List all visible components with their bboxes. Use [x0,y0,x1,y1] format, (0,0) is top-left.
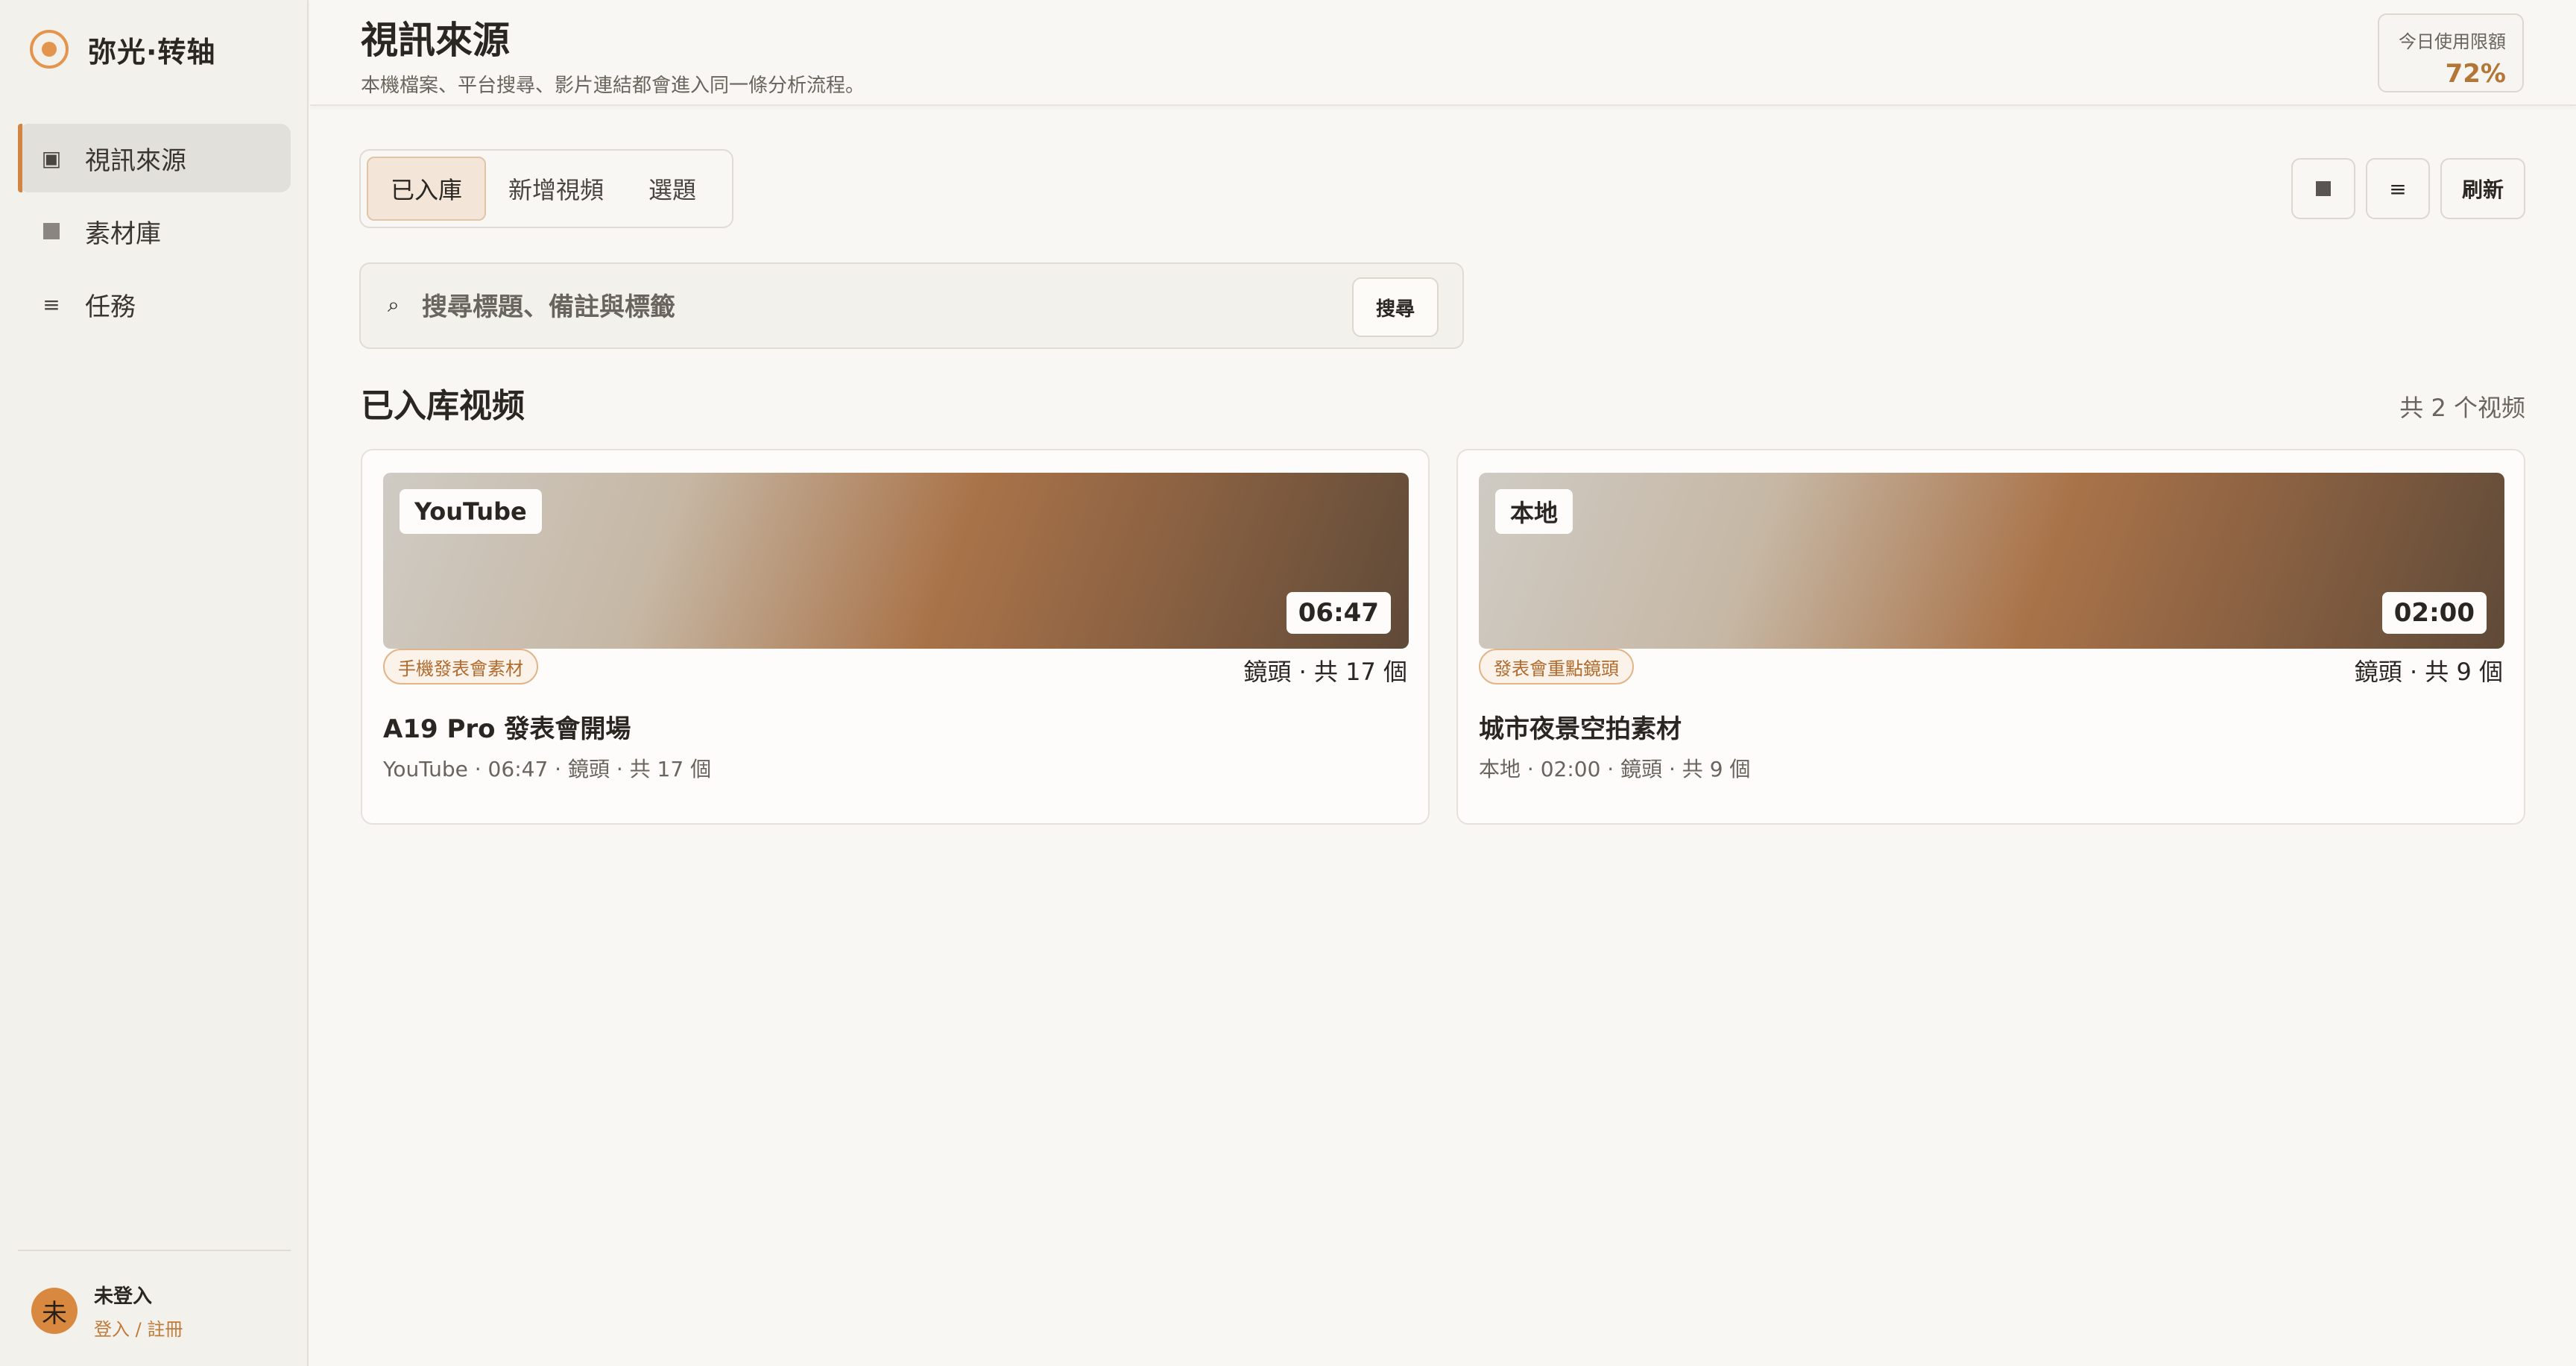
quota-value: 72% [2445,59,2506,89]
page-subtitle: 本機檔案、平台搜尋、影片連結都會進入同一條分析流程。 [361,75,865,97]
sidebar-nav: ▣ 視訊來源 素材庫 ≡ 任務 [18,124,291,343]
avatar[interactable]: 未 [31,1288,78,1334]
daily-quota-badge: 今日使用限額 72% [2378,13,2524,92]
library-icon [43,223,60,239]
grid-view-icon [2316,181,2331,196]
brand-logo-icon [30,30,69,69]
video-thumbnail[interactable]: 本地 02:00 [1479,473,2504,649]
refresh-button[interactable]: 刷新 [2440,158,2525,219]
app-window: 弥光·转轴 ▣ 視訊來源 素材庫 ≡ 任務 未 未登入 登入 / 註冊 視訊來源… [0,0,2576,1366]
video-thumbnail[interactable]: YouTube 06:47 [383,473,1409,649]
brand[interactable]: 弥光·转轴 [30,27,215,72]
sidebar-item-label: 素材庫 [85,218,161,249]
search-input[interactable] [422,286,1242,328]
video-title[interactable]: A19 Pro 發表會開場 [383,708,631,745]
shot-count: 鏡頭 · 共 17 個 [1243,658,1407,686]
login-register-link[interactable]: 登入 / 註冊 [94,1315,183,1341]
page-title: 視訊來源 [361,19,510,62]
sidebar-item-library[interactable]: 素材庫 [18,197,291,265]
tag-chip[interactable]: 手機發表會素材 [383,649,538,684]
video-card[interactable]: 本地 02:00 發表會重點鏡頭 鏡頭 · 共 9 個 城市夜景空拍素材 本地 … [1456,449,2525,825]
video-count: 共 2 个视频 [2399,394,2525,422]
tab-add-video[interactable]: 新增視頻 [486,157,626,221]
tab-imported[interactable]: 已入庫 [367,157,486,221]
video-meta: YouTube · 06:47 · 鏡頭 · 共 17 個 [383,757,712,781]
sidebar-item-tasks[interactable]: ≡ 任務 [18,270,291,339]
tag-chip[interactable]: 發表會重點鏡頭 [1479,649,1634,684]
grid-view-button[interactable] [2291,158,2355,219]
video-source-icon: ▣ [41,145,62,171]
source-tabs: 已入庫 新增視頻 選題 [359,149,733,228]
video-meta: 本地 · 02:00 · 鏡頭 · 共 9 個 [1479,757,1751,781]
tab-topics[interactable]: 選題 [626,157,719,221]
duration-badge: 06:47 [1286,592,1391,634]
list-view-icon: ≡ [2389,176,2407,201]
section-title: 已入库视频 [361,387,525,425]
search-button[interactable]: 搜尋 [1352,277,1439,337]
search-bar: ⌕ 搜尋 [359,262,1464,349]
page-header: 視訊來源 本機檔案、平台搜尋、影片連結都會進入同一條分析流程。 今日使用限額 7… [310,0,2576,106]
shot-count: 鏡頭 · 共 9 個 [2354,658,2503,686]
video-card[interactable]: YouTube 06:47 手機發表會素材 鏡頭 · 共 17 個 A19 Pr… [361,449,1430,825]
sidebar-item-label: 視訊來源 [85,145,186,176]
sidebar: 弥光·转轴 ▣ 視訊來源 素材庫 ≡ 任務 未 未登入 登入 / 註冊 [0,0,309,1366]
search-icon: ⌕ [388,292,400,317]
duration-badge: 02:00 [2381,592,2487,634]
sidebar-divider [18,1250,291,1251]
tasks-icon: ≡ [42,292,60,317]
source-badge: YouTube [400,489,542,534]
brand-name: 弥光·转轴 [88,35,216,69]
user-panel: 未 未登入 登入 / 註冊 [31,1281,183,1341]
sidebar-item-label: 任務 [85,292,136,322]
video-title[interactable]: 城市夜景空拍素材 [1479,708,1682,745]
quota-label: 今日使用限額 [2399,31,2506,52]
source-badge: 本地 [1495,489,1573,534]
sidebar-item-video-source[interactable]: ▣ 視訊來源 [18,124,291,192]
list-view-button[interactable]: ≡ [2366,158,2430,219]
user-name: 未登入 [94,1285,153,1308]
